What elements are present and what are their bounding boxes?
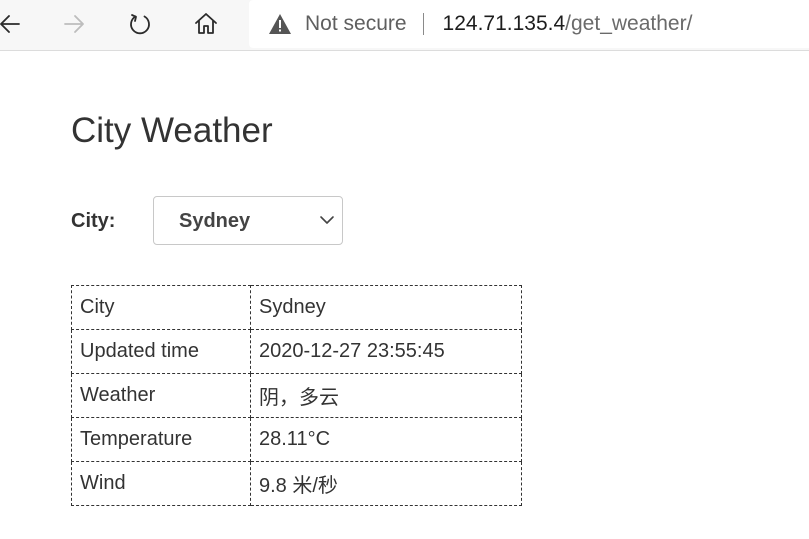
home-icon	[195, 13, 217, 34]
table-row: Weather 阴，多云	[71, 373, 522, 418]
home-button[interactable]	[188, 8, 224, 40]
table-row: Wind 9.8 米/秒	[71, 461, 522, 506]
chevron-down-icon	[320, 216, 334, 224]
back-button[interactable]	[0, 8, 28, 40]
table-row: City Sydney	[71, 285, 522, 330]
row-value: 28.11°C	[250, 417, 522, 462]
city-select[interactable]: Sydney	[153, 196, 343, 245]
row-label: City	[71, 285, 251, 330]
browser-toolbar: Not secure 124.71.135.4/get_weather/	[0, 0, 809, 51]
security-status-text[interactable]: Not secure	[305, 12, 407, 36]
row-value: 2020-12-27 23:55:45	[250, 329, 522, 374]
row-value: Sydney	[250, 285, 522, 330]
back-arrow-icon	[0, 15, 20, 33]
city-label: City:	[71, 210, 116, 232]
forward-button[interactable]	[56, 8, 92, 40]
row-label: Weather	[71, 373, 251, 418]
warning-icon[interactable]	[268, 12, 292, 36]
table-row: Updated time 2020-12-27 23:55:45	[71, 329, 522, 374]
address-divider	[422, 13, 424, 35]
table-row: Temperature 28.11°C	[71, 417, 522, 462]
row-label: Wind	[71, 461, 251, 506]
refresh-button[interactable]	[122, 8, 158, 40]
city-select-value: Sydney	[179, 210, 251, 232]
row-label: Temperature	[71, 417, 251, 462]
refresh-icon	[130, 14, 150, 35]
weather-table: City Sydney Updated time 2020-12-27 23:5…	[71, 285, 522, 506]
forward-arrow-icon	[64, 15, 84, 33]
url-path: /get_weather/	[565, 12, 693, 35]
page-title: City Weather	[71, 111, 273, 150]
row-value: 9.8 米/秒	[250, 461, 522, 506]
address-bar[interactable]: Not secure 124.71.135.4/get_weather/	[249, 0, 809, 48]
url-text[interactable]: 124.71.135.4/get_weather/	[443, 12, 693, 36]
row-value: 阴，多云	[250, 373, 522, 418]
row-label: Updated time	[71, 329, 251, 374]
url-host: 124.71.135.4	[442, 12, 566, 35]
